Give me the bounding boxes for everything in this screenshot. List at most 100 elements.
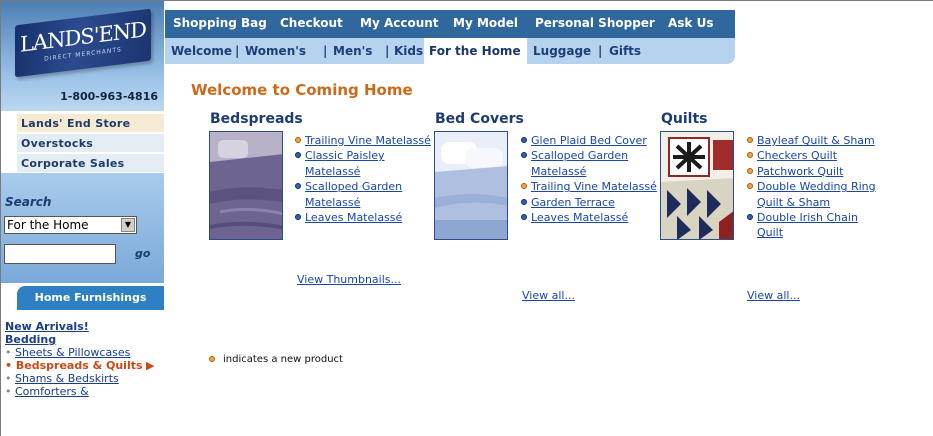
bed-covers-item-link[interactable]: Trailing Vine Matelassé xyxy=(531,180,657,193)
nav-divider: | xyxy=(385,44,390,58)
product-dot-icon xyxy=(521,152,527,159)
quilts-item[interactable]: Patchwork Quilt xyxy=(747,164,887,179)
tab-luggage[interactable]: Luggage xyxy=(533,44,591,58)
bed-covers-item-link[interactable]: Leaves Matelassé xyxy=(531,211,628,224)
tab-for-the-home[interactable]: For the Home xyxy=(424,38,527,64)
quilts-item-link[interactable]: Checkers Quilt xyxy=(757,149,837,162)
nav-my-account[interactable]: My Account xyxy=(360,16,439,30)
brand-logo[interactable]: LANDS'END DIRECT MERCHANTS xyxy=(15,8,151,78)
bedspreads-item-link[interactable]: Leaves Matelassé xyxy=(305,211,402,224)
bedspreads-view-thumbnails-link[interactable]: View Thumbnails... xyxy=(297,273,401,286)
bed-covers-item[interactable]: Trailing Vine Matelassé xyxy=(521,179,661,194)
home-furnishings-list: New Arrivals! Bedding • Sheets & Pillowc… xyxy=(5,320,165,398)
quilt-image xyxy=(661,132,733,239)
search-category-select[interactable]: For the Home ▼ xyxy=(4,216,137,234)
tab-welcome[interactable]: Welcome xyxy=(171,44,232,58)
nav-ask-us[interactable]: Ask Us xyxy=(668,16,713,30)
category-title-quilts: Quilts xyxy=(661,111,708,127)
product-dot-icon xyxy=(295,183,301,190)
new-product-dot-icon xyxy=(747,183,753,190)
search-label: Search xyxy=(5,195,52,209)
new-product-dot-icon xyxy=(747,137,753,143)
nav-shopping-bag[interactable]: Shopping Bag xyxy=(173,16,267,30)
store-link-lands-end[interactable]: Lands' End Store xyxy=(17,114,164,133)
quilts-thumbnail[interactable] xyxy=(660,131,734,240)
logo-area: LANDS'END DIRECT MERCHANTS 1-800-963-481… xyxy=(1,1,164,111)
bed-covers-item-link[interactable]: Garden Terrace xyxy=(531,196,615,209)
home-furnishings-tab[interactable]: Home Furnishings xyxy=(17,286,164,310)
bedspreads-item[interactable]: Scalloped Garden Matelassé xyxy=(295,179,435,210)
quilts-item[interactable]: Bayleaf Quilt & Sham xyxy=(747,133,887,148)
new-product-legend: indicates a new product xyxy=(209,354,343,365)
nav-divider: | xyxy=(598,44,603,58)
bed-covers-item[interactable]: Glen Plaid Bed Cover xyxy=(521,133,661,148)
new-product-dot-icon xyxy=(747,152,753,159)
search-input[interactable] xyxy=(4,244,116,264)
bedding-link[interactable]: Bedding xyxy=(5,333,56,346)
bedspreads-item[interactable]: Leaves Matelassé xyxy=(295,210,435,225)
new-product-dot-icon xyxy=(521,183,527,190)
bedspreads-thumbnail[interactable] xyxy=(209,131,283,240)
store-link-overstocks[interactable]: Overstocks xyxy=(17,134,164,153)
bedspreads-quilts-link[interactable]: Bedspreads & Quilts xyxy=(16,359,143,372)
bullet-icon: • xyxy=(5,385,15,398)
quilts-item-link[interactable]: Double Irish Chain Quilt xyxy=(757,211,858,239)
quilts-item-link[interactable]: Bayleaf Quilt & Sham xyxy=(757,134,875,147)
quilts-item-link[interactable]: Double Wedding Ring Quilt & Sham xyxy=(757,180,876,208)
quilts-view-all-link[interactable]: View all... xyxy=(747,289,800,302)
product-dot-icon xyxy=(521,198,527,205)
store-link-corporate-sales[interactable]: Corporate Sales xyxy=(17,154,164,173)
bedspreads-item[interactable]: Classic Paisley Matelassé xyxy=(295,148,435,179)
bedspreads-item-link[interactable]: Trailing Vine Matelassé xyxy=(305,134,431,147)
category-title-bed-covers: Bed Covers xyxy=(435,111,524,127)
product-dot-icon xyxy=(521,214,527,221)
top-navigation: Shopping Bag Checkout My Account My Mode… xyxy=(165,10,735,38)
sheets-pillowcases-link[interactable]: Sheets & Pillowcases xyxy=(15,346,130,359)
tab-mens[interactable]: Men's xyxy=(333,44,372,58)
bed-covers-item[interactable]: Scalloped Garden Matelassé xyxy=(521,148,661,179)
new-product-dot-icon xyxy=(209,356,215,362)
bedspreads-item-link[interactable]: Classic Paisley Matelassé xyxy=(305,149,385,177)
product-dot-icon xyxy=(295,214,301,221)
left-sidebar: LANDS'END DIRECT MERCHANTS 1-800-963-481… xyxy=(1,1,164,436)
nav-my-model[interactable]: My Model xyxy=(453,16,518,30)
quilts-item[interactable]: Double Wedding Ring Quilt & Sham xyxy=(747,179,887,210)
tab-gifts[interactable]: Gifts xyxy=(609,44,641,58)
phone-number: 1-800-963-4816 xyxy=(60,90,158,103)
bed-covers-item[interactable]: Garden Terrace xyxy=(521,195,661,210)
go-button[interactable]: go xyxy=(135,247,150,260)
nav-checkout[interactable]: Checkout xyxy=(280,16,343,30)
quilts-item-link[interactable]: Patchwork Quilt xyxy=(757,165,843,178)
bedspreads-item-list: Trailing Vine Matelassé Classic Paisley M… xyxy=(295,133,435,225)
bedspread-image xyxy=(210,132,282,239)
tab-womens[interactable]: Women's xyxy=(245,44,306,58)
nav-divider: | xyxy=(323,44,328,58)
bed-cover-image xyxy=(435,132,507,239)
shams-bedskirts-link[interactable]: Shams & Bedskirts xyxy=(15,372,119,385)
quilts-item-list: Bayleaf Quilt & Sham Checkers Quilt Patchw… xyxy=(747,133,887,241)
bullet-icon: • xyxy=(5,372,15,385)
tab-for-the-home-label: For the Home xyxy=(429,44,521,58)
product-dot-icon xyxy=(521,137,527,143)
bedspreads-item[interactable]: Trailing Vine Matelassé xyxy=(295,133,435,148)
bed-covers-item-link[interactable]: Scalloped Garden Matelassé xyxy=(531,149,628,177)
new-product-dot-icon xyxy=(747,167,753,174)
bullet-icon: • xyxy=(5,346,15,359)
product-dot-icon xyxy=(747,214,753,221)
bedspreads-item-link[interactable]: Scalloped Garden Matelassé xyxy=(305,180,402,208)
nav-personal-shopper[interactable]: Personal Shopper xyxy=(535,16,655,30)
new-arrivals-link[interactable]: New Arrivals! xyxy=(5,320,89,333)
product-dot-icon xyxy=(295,152,301,159)
quilts-item[interactable]: Checkers Quilt xyxy=(747,148,887,163)
bed-covers-thumbnail[interactable] xyxy=(434,131,508,240)
tab-kids[interactable]: Kids' xyxy=(394,44,427,58)
legend-text: indicates a new product xyxy=(223,354,343,365)
quilts-item[interactable]: Double Irish Chain Quilt xyxy=(747,210,887,241)
comforters-link[interactable]: Comforters & xyxy=(15,385,89,398)
new-product-dot-icon xyxy=(295,137,301,143)
bed-covers-item-link[interactable]: Glen Plaid Bed Cover xyxy=(531,134,647,147)
chevron-down-icon[interactable]: ▼ xyxy=(121,218,135,232)
bed-covers-item-list: Glen Plaid Bed Cover Scalloped Garden Mat… xyxy=(521,133,661,225)
bed-covers-item[interactable]: Leaves Matelassé xyxy=(521,210,661,225)
bed-covers-view-all-link[interactable]: View all... xyxy=(522,289,575,302)
